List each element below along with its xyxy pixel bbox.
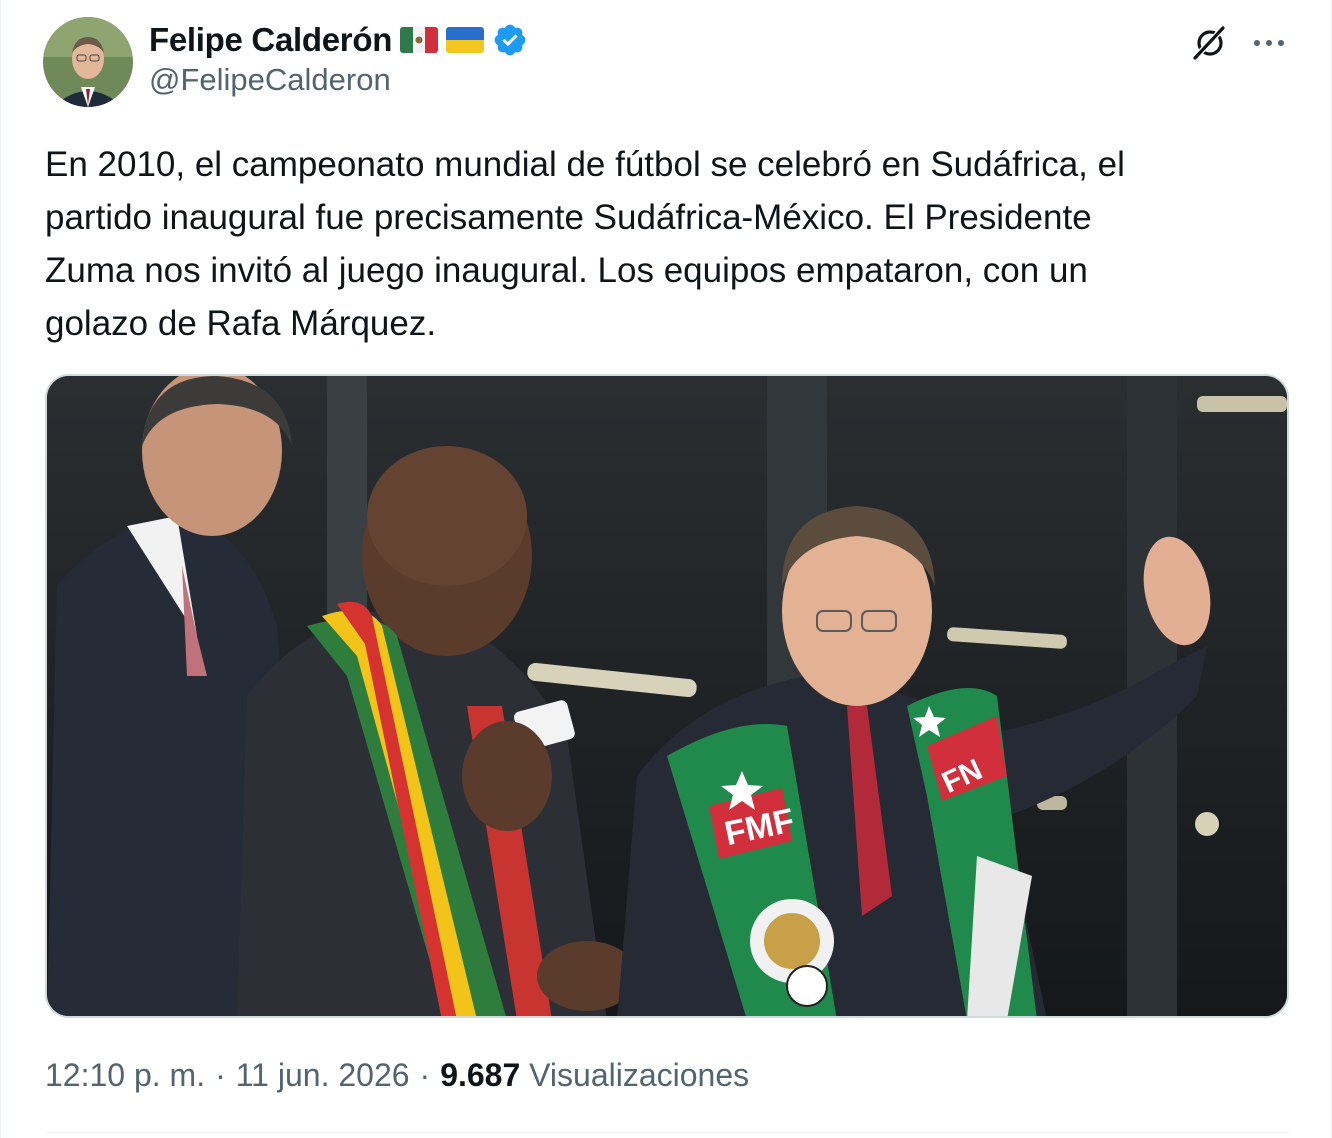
grok-icon [1191,24,1227,62]
author-name-row: Felipe Calderón [149,18,528,62]
ukraine-flag-icon [446,27,485,53]
tweet-text: En 2010, el campeonato mundial de fútbol… [45,145,1125,343]
verified-badge-icon[interactable] [492,22,528,58]
more-options-icon [1254,40,1284,46]
views-count: 9.687 [440,1056,521,1093]
tweet-date[interactable]: 11 jun. 2026 [236,1057,410,1094]
avatar[interactable] [43,17,133,107]
meta-separator: · [419,1056,431,1093]
meta-separator: · [215,1056,226,1093]
author-handle[interactable]: @FelipeCalderon [149,62,391,98]
stadium-photo: FMF FN [47,376,1287,1016]
tweet-card: Felipe Calderón @FelipeCalderon En 2010,… [0,0,1332,1138]
author-name[interactable]: Felipe Calderón [149,21,392,59]
grok-button[interactable] [1189,22,1231,64]
more-options-button[interactable] [1247,22,1291,64]
mexico-flag-icon [400,27,439,53]
divider [45,1132,1289,1133]
tweet-meta: 12:10 p. m. · 11 jun. 2026 · 9.687 Visua… [45,1052,749,1098]
avatar-photo [43,17,133,107]
tweet-time[interactable]: 12:10 p. m. [45,1057,205,1094]
tweet-media-photo[interactable]: FMF FN [45,374,1289,1018]
views-label: Visualizaciones [529,1056,750,1093]
